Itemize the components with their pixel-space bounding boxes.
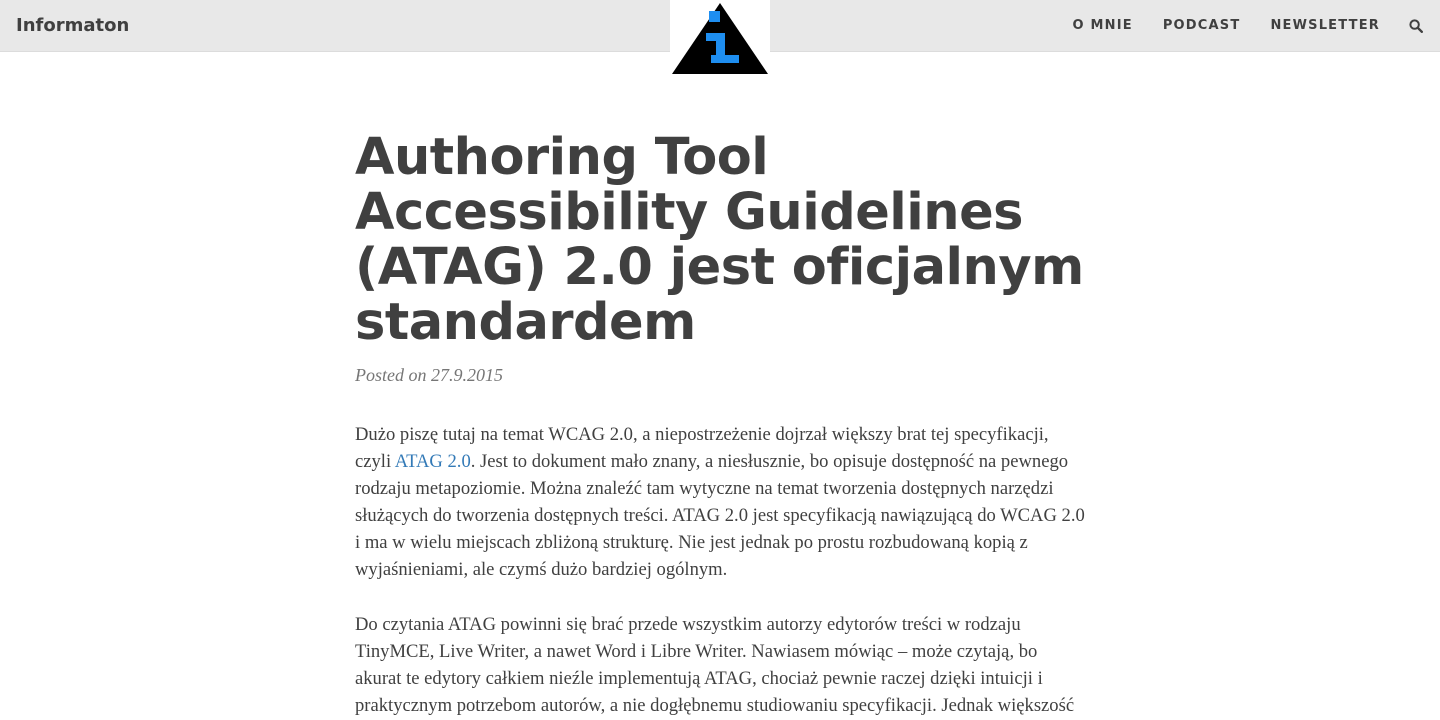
nav-item-o-mnie[interactable]: O MNIE	[1073, 0, 1133, 52]
top-navigation-bar: Informaton O MNIE PODCAST NEWSLETTER	[0, 0, 1440, 75]
site-title-link[interactable]: Informaton	[16, 14, 129, 38]
site-logo[interactable]	[670, 0, 770, 75]
article: Authoring Tool Accessibility Guidelines …	[355, 130, 1085, 720]
post-date: Posted on 27.9.2015	[355, 365, 503, 385]
paragraph-2: Do czytania ATAG powinni się brać przede…	[355, 614, 1075, 716]
nav-item-newsletter[interactable]: NEWSLETTER	[1270, 0, 1380, 52]
nav-item-podcast[interactable]: PODCAST	[1163, 0, 1241, 52]
paragraph-1: Dużo piszę tutaj na temat WCAG 2.0, a ni…	[355, 421, 1085, 583]
main-navigation: O MNIE PODCAST NEWSLETTER	[1043, 0, 1440, 52]
search-button[interactable]	[1408, 18, 1424, 34]
atag-link[interactable]: ATAG 2.0	[395, 451, 471, 472]
article-body: Dużo piszę tutaj na temat WCAG 2.0, a ni…	[355, 421, 1085, 720]
search-icon	[1409, 19, 1423, 33]
information-triangle-icon	[672, 3, 768, 74]
article-title: Authoring Tool Accessibility Guidelines …	[355, 128, 1084, 352]
